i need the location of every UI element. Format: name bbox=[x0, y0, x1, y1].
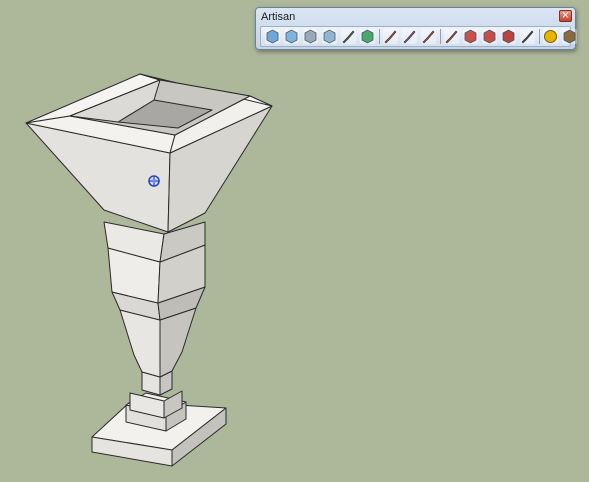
toolbar-titlebar[interactable]: Artisan × bbox=[256, 8, 575, 25]
toolbar-separator bbox=[539, 29, 540, 44]
settings-tools-icon[interactable] bbox=[561, 28, 578, 45]
toolbar-separator bbox=[379, 29, 380, 44]
vertex-tools-icon[interactable] bbox=[359, 28, 376, 45]
toolbar-button-strip bbox=[260, 26, 577, 47]
smooth-icon[interactable] bbox=[283, 28, 300, 45]
sculpt-brush-3-icon[interactable] bbox=[420, 28, 437, 45]
subdivide-icon[interactable] bbox=[302, 28, 319, 45]
select-by-brush-icon[interactable] bbox=[443, 28, 460, 45]
sculpt-brush-2-icon[interactable] bbox=[401, 28, 418, 45]
magnet-icon[interactable] bbox=[481, 28, 498, 45]
sketchup-viewport[interactable] bbox=[0, 0, 589, 482]
close-icon[interactable]: × bbox=[559, 10, 572, 22]
toolbar-separator bbox=[440, 29, 441, 44]
model-canvas[interactable] bbox=[0, 0, 589, 482]
toolbar-title: Artisan bbox=[261, 10, 296, 23]
magnet-icon-glyph bbox=[483, 29, 496, 44]
soft-select-icon-glyph bbox=[464, 29, 477, 44]
settings-tools-icon-glyph bbox=[563, 29, 576, 44]
subdivide-smooth-icon[interactable] bbox=[264, 28, 281, 45]
smooth-icon-glyph bbox=[285, 29, 298, 44]
brush-icon[interactable] bbox=[519, 28, 536, 45]
artisan-toolbar[interactable]: Artisan × bbox=[255, 7, 577, 50]
paint-select-icon[interactable] bbox=[500, 28, 517, 45]
vertex-tools-icon-glyph bbox=[361, 29, 374, 44]
subdivide-smooth-icon-glyph bbox=[266, 29, 279, 44]
crease-icon[interactable] bbox=[321, 28, 338, 45]
subdivide-icon-glyph bbox=[304, 29, 317, 44]
crease-icon-glyph bbox=[323, 29, 336, 44]
orbit-cursor-icon bbox=[145, 172, 163, 190]
paint-select-icon-glyph bbox=[502, 29, 515, 44]
viewport-background bbox=[0, 0, 589, 482]
sculpt-brush-icon[interactable] bbox=[382, 28, 399, 45]
knife-icon[interactable] bbox=[340, 28, 357, 45]
soft-select-icon[interactable] bbox=[462, 28, 479, 45]
info-icon[interactable] bbox=[542, 28, 559, 45]
info-icon-glyph bbox=[544, 30, 557, 43]
